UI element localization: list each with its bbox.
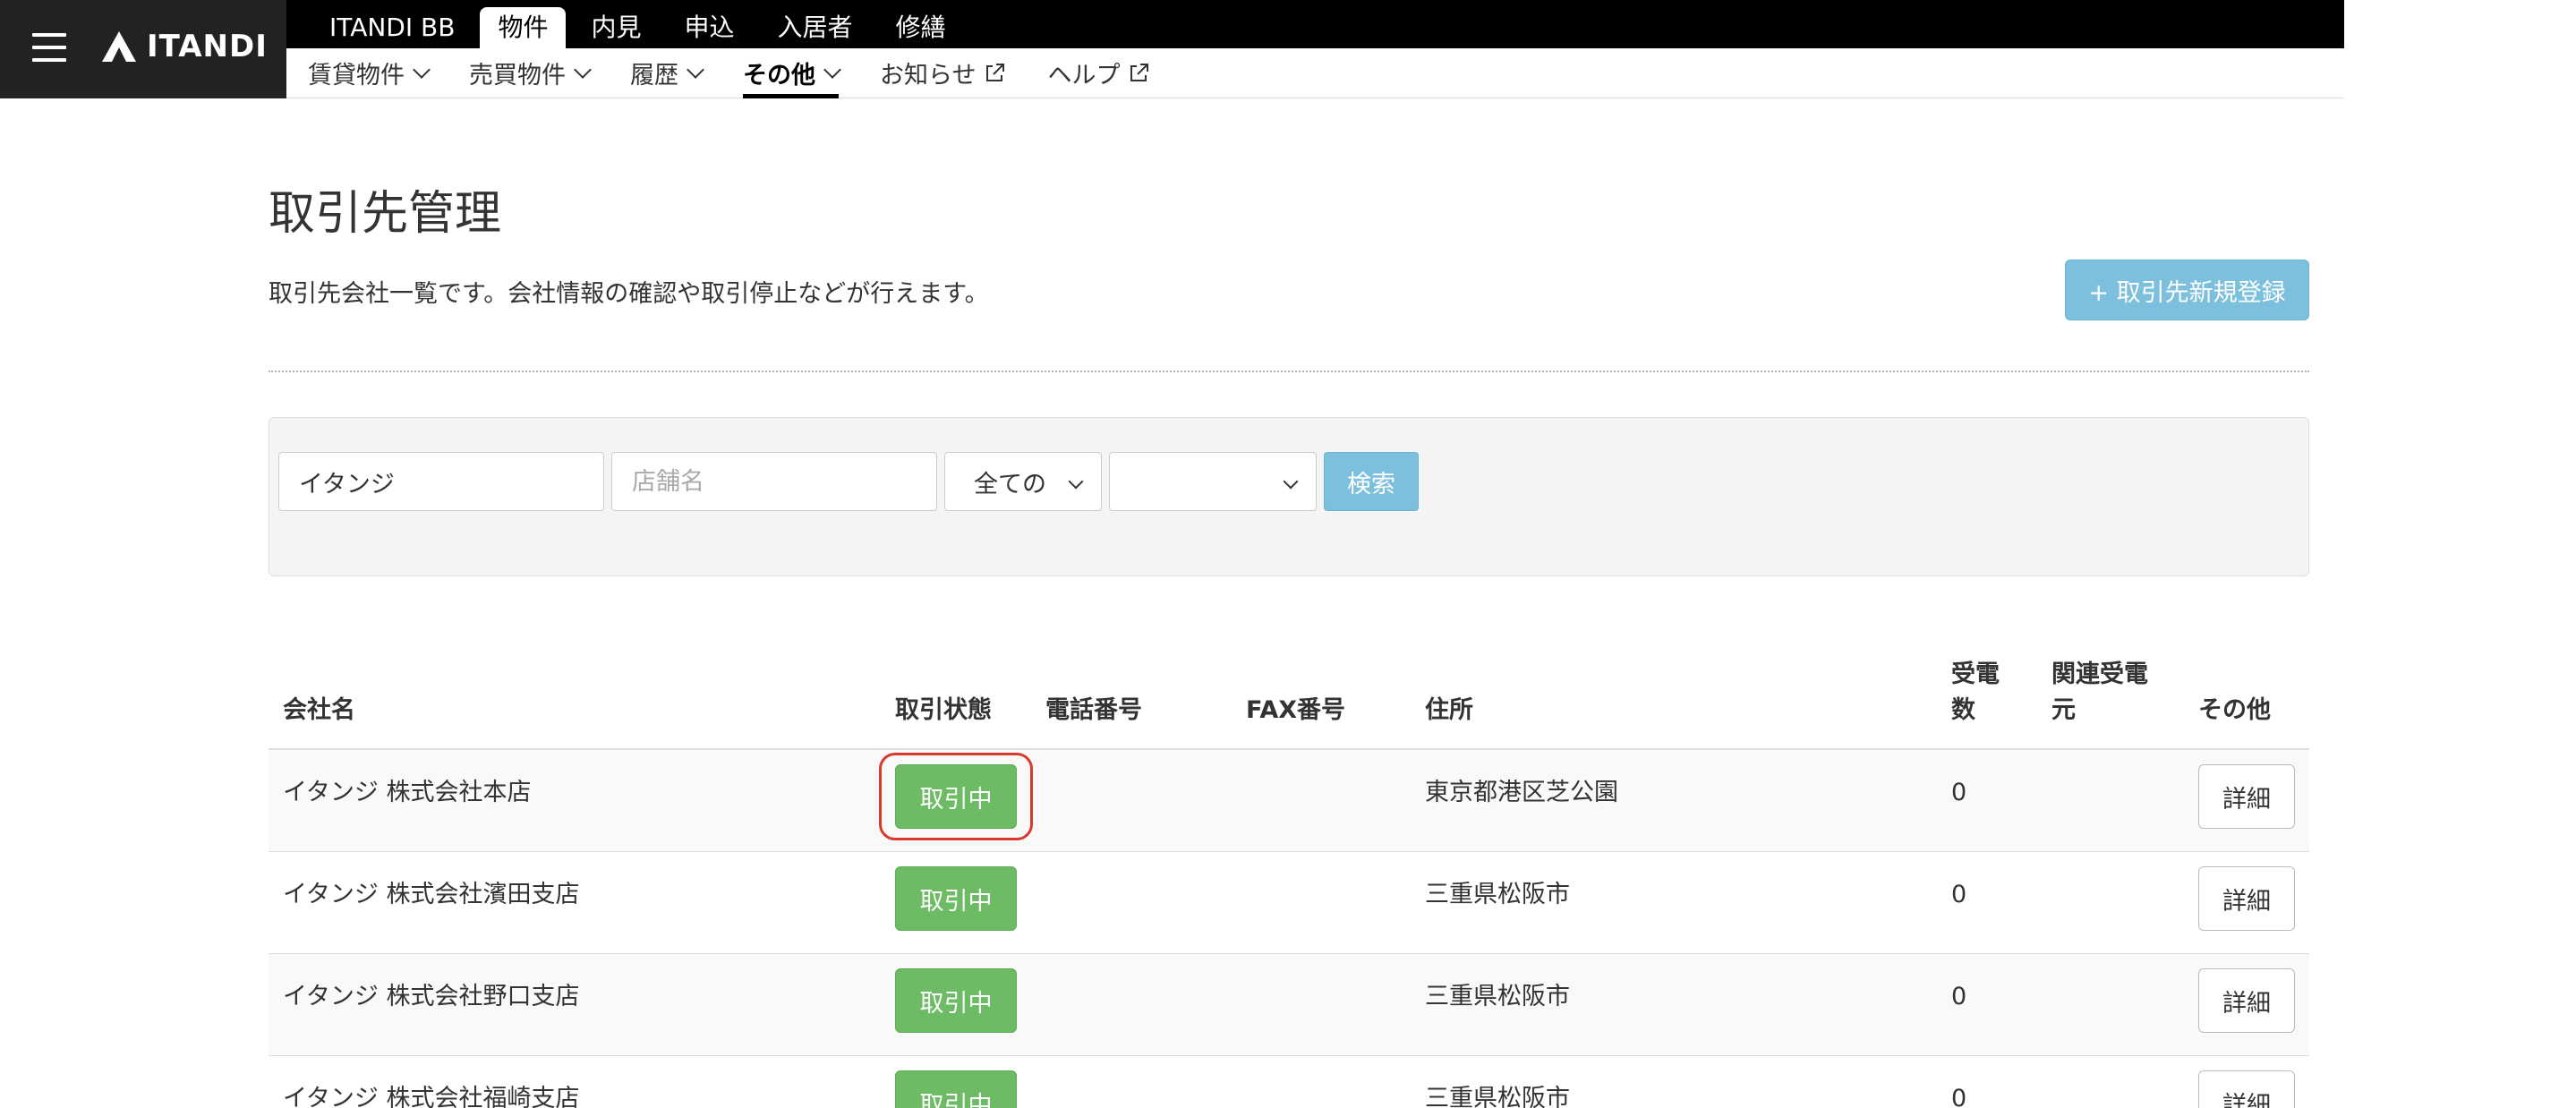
company-name-input[interactable]: [278, 452, 604, 511]
table-row: イタンジ 株式会社本店 取引中 東京都港区芝公園 0 詳細: [269, 750, 2309, 852]
cell-company: イタンジ 株式会社濱田支店: [283, 881, 580, 908]
sub-nav-sales[interactable]: 売買物件: [469, 48, 592, 98]
table-row: イタンジ 株式会社濱田支店 取引中 三重県松阪市 0 詳細: [269, 852, 2309, 954]
sub-nav-history[interactable]: 履歴: [630, 48, 704, 98]
top-tab-viewing[interactable]: 内見: [573, 7, 659, 48]
table-row: イタンジ 株式会社福崎支店 取引中 三重県松阪市 0 詳細: [269, 1056, 2309, 1108]
chevron-down-icon: [574, 60, 592, 79]
secondary-select[interactable]: [1109, 452, 1317, 511]
logo-text: ITANDI: [147, 29, 268, 64]
external-link-icon: [983, 62, 1006, 85]
chevron-down-icon: [687, 60, 704, 79]
brand-area: ITANDI: [0, 0, 286, 98]
page-title: 取引先管理: [269, 187, 502, 241]
status-button[interactable]: 取引中: [895, 764, 1017, 829]
top-nav: ITANDI BB 物件 内見 申込 入居者 修繕: [286, 0, 971, 48]
header-calls-line1: 受電: [1951, 661, 2000, 688]
top-tab-resident[interactable]: 入居者: [759, 7, 870, 48]
header-related-line2: 元: [2051, 696, 2076, 724]
search-panel: 全ての 検索: [269, 417, 2309, 576]
status-select[interactable]: 全ての: [944, 452, 1102, 511]
header-calls-line2: 数: [1951, 696, 1975, 724]
search-button[interactable]: 検索: [1324, 452, 1419, 511]
chevron-down-icon: [1068, 473, 1084, 490]
detail-button[interactable]: 詳細: [2198, 1070, 2295, 1108]
cell-address: 東京都港区芝公園: [1425, 779, 1618, 806]
sub-nav-label: その他: [743, 62, 815, 89]
header-related: 関連受電 元: [2051, 657, 2148, 729]
itandi-logo-icon: [102, 31, 136, 62]
status-button[interactable]: 取引中: [895, 1070, 1017, 1108]
top-tab-property[interactable]: 物件: [480, 7, 567, 48]
status-button[interactable]: 取引中: [895, 968, 1017, 1033]
chevron-down-icon: [1283, 473, 1299, 490]
cell-address: 三重県松阪市: [1425, 983, 1570, 1010]
header-fax: FAX番号: [1246, 696, 1346, 724]
itandi-logo[interactable]: ITANDI: [100, 29, 268, 64]
sub-nav-other[interactable]: その他: [743, 48, 841, 98]
section-divider: [269, 371, 2309, 372]
cell-company: イタンジ 株式会社本店: [283, 779, 532, 806]
sub-nav-help[interactable]: ヘルプ: [1047, 48, 1150, 98]
cell-address: 三重県松阪市: [1425, 881, 1570, 908]
cell-calls: 0: [1951, 779, 1967, 806]
detail-button[interactable]: 詳細: [2198, 866, 2295, 931]
header-phone: 電話番号: [1045, 696, 1142, 724]
external-link-icon: [1127, 62, 1150, 85]
sub-nav: 賃貸物件 売買物件 履歴 その他 お知らせ ヘルプ: [286, 48, 2344, 98]
sub-nav-label: お知らせ: [880, 62, 977, 89]
partner-table: 会社名 取引状態 電話番号 FAX番号 住所 受電 数 関連受電 元 その他 イ…: [269, 653, 2309, 1108]
status-select-value: 全ての: [974, 470, 1046, 499]
sub-nav-rental[interactable]: 賃貸物件: [308, 48, 431, 98]
top-tab-repair[interactable]: 修繕: [878, 7, 964, 48]
top-tab-application[interactable]: 申込: [666, 7, 752, 48]
table-row: イタンジ 株式会社野口支店 取引中 三重県松阪市 0 詳細: [269, 954, 2309, 1056]
sub-nav-label: ヘルプ: [1047, 62, 1121, 89]
cell-calls: 0: [1951, 1085, 1967, 1108]
header-status: 取引状態: [895, 696, 992, 724]
header-address: 住所: [1425, 696, 1473, 724]
cell-company: イタンジ 株式会社野口支店: [283, 983, 580, 1010]
detail-button[interactable]: 詳細: [2198, 968, 2295, 1033]
sub-nav-label: 履歴: [630, 62, 678, 89]
sub-nav-news[interactable]: お知らせ: [880, 48, 1006, 98]
header-calls: 受電 数: [1951, 657, 2000, 729]
header-other: その他: [2198, 696, 2271, 724]
sub-nav-label: 賃貸物件: [308, 62, 405, 89]
cell-calls: 0: [1951, 881, 1967, 908]
table-header: 会社名 取引状態 電話番号 FAX番号 住所 受電 数 関連受電 元 その他: [269, 653, 2309, 750]
header-company: 会社名: [283, 696, 355, 724]
shop-name-input[interactable]: [611, 452, 937, 511]
top-tab-itandi-bb[interactable]: ITANDI BB: [286, 7, 473, 48]
new-partner-button[interactable]: + 取引先新規登録: [2065, 260, 2309, 320]
chevron-down-icon: [823, 60, 841, 79]
chevron-down-icon: [413, 60, 431, 79]
cell-calls: 0: [1951, 983, 1967, 1010]
sub-nav-label: 売買物件: [469, 62, 566, 89]
header-related-line1: 関連受電: [2051, 661, 2148, 688]
status-button[interactable]: 取引中: [895, 866, 1017, 931]
detail-button[interactable]: 詳細: [2198, 764, 2295, 829]
cell-company: イタンジ 株式会社福崎支店: [283, 1085, 580, 1108]
cell-address: 三重県松阪市: [1425, 1085, 1570, 1108]
top-bar: ITANDI ITANDI BB 物件 内見 申込 入居者 修繕 賃貸物件 売買…: [0, 0, 2344, 98]
page-description: 取引先会社一覧です。会社情報の確認や取引停止などが行えます。: [269, 280, 989, 308]
hamburger-menu-icon[interactable]: [32, 33, 66, 62]
